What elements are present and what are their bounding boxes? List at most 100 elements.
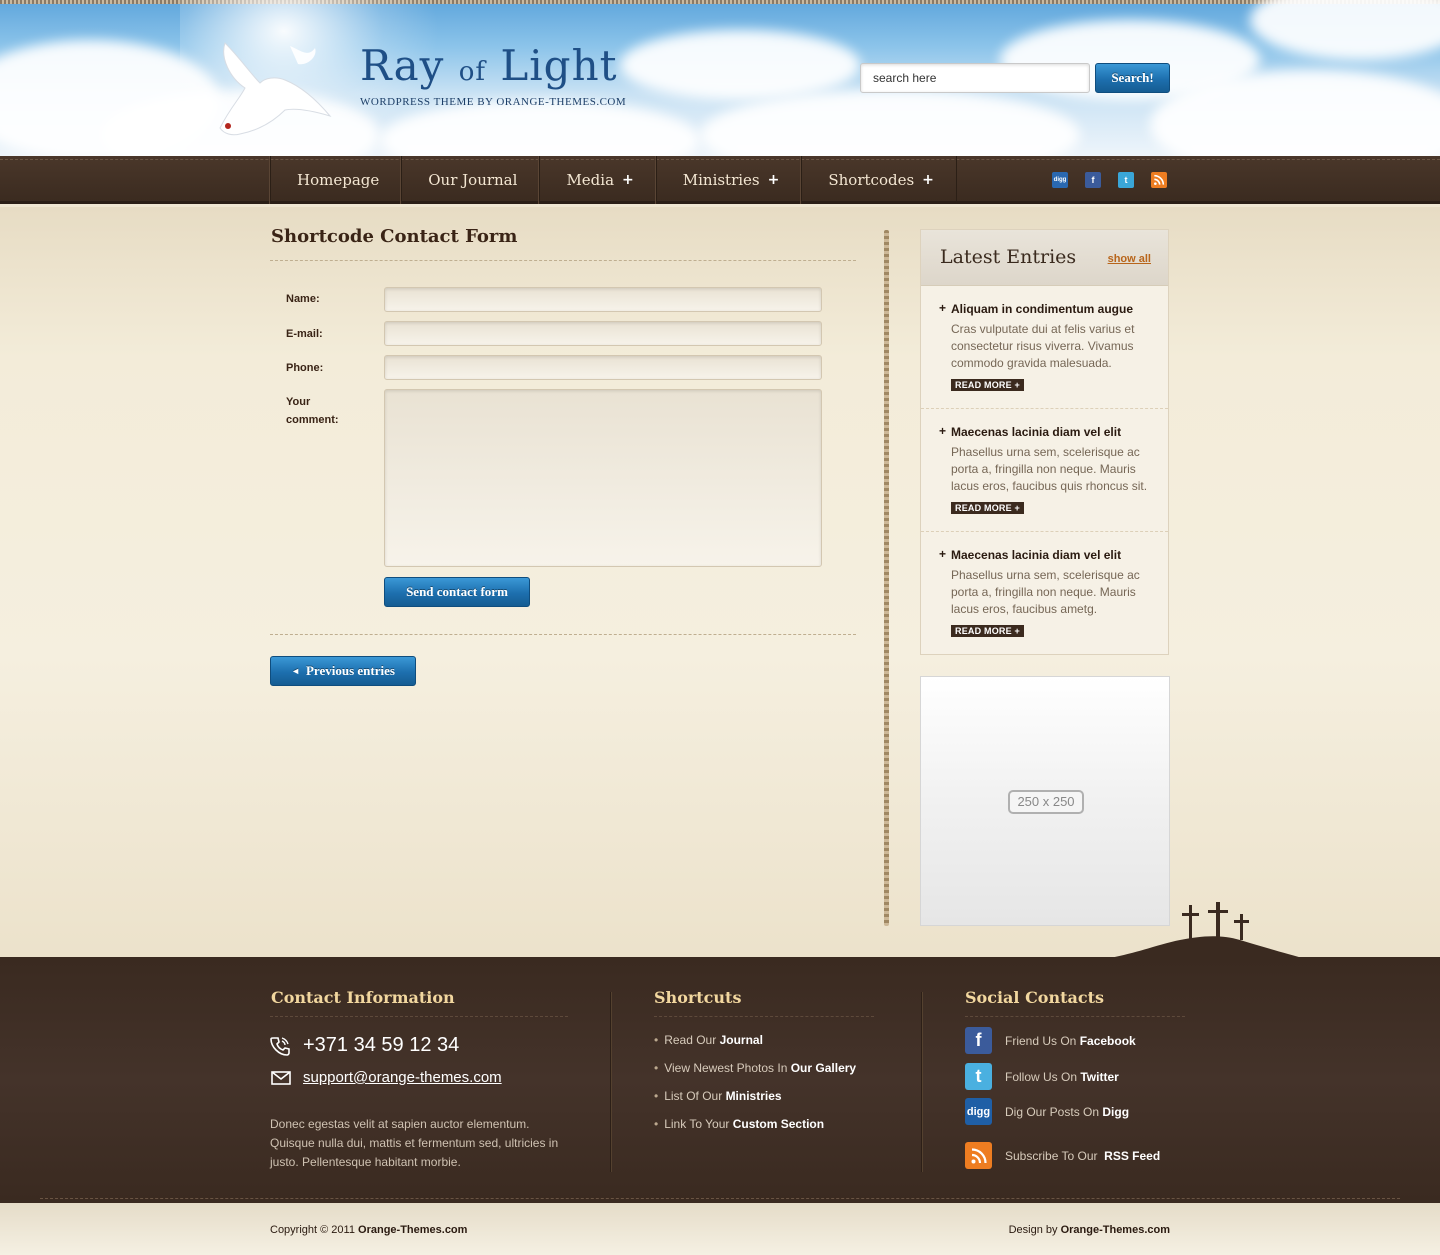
- nav-item-media[interactable]: Media +: [539, 156, 655, 204]
- shortcut-link-custom[interactable]: Link To Your Custom Section: [654, 1117, 824, 1131]
- send-contact-form-button[interactable]: Send contact form: [384, 577, 530, 607]
- rss-glyph: [971, 1147, 987, 1163]
- list-item: Maecenas lacinia diam vel elit Phasellus…: [921, 424, 1168, 516]
- entry-text: Phasellus urna sem, scelerisque ac porta…: [951, 568, 1140, 616]
- ad-banner[interactable]: 250 x 250: [920, 676, 1170, 926]
- search-input[interactable]: [860, 63, 1090, 93]
- logo-word-ray: Ray: [360, 41, 445, 90]
- envelope-icon: [271, 1071, 291, 1085]
- name-label: Name:: [286, 293, 320, 305]
- site-logo[interactable]: Ray of Light WORDPRESS THEME BY ORANGE-T…: [360, 41, 627, 109]
- copyright: Copyright © 2011 Orange-Themes.com: [270, 1224, 467, 1236]
- comment-label-line2: comment:: [286, 414, 339, 426]
- rss-icon: [965, 1142, 992, 1169]
- phone-label: Phone:: [286, 362, 324, 374]
- nav-item-label: Ministries: [682, 171, 760, 189]
- design-prefix: Design by: [1008, 1224, 1061, 1236]
- shortcuts-title: Shortcuts: [654, 988, 742, 1007]
- cloud: [620, 30, 860, 100]
- entry-text: Cras vulputate dui at felis varius et co…: [951, 322, 1135, 370]
- shortcut-bold: Custom Section: [732, 1117, 825, 1131]
- previous-entries-button[interactable]: ◄ Previous entries: [270, 656, 416, 686]
- widget-title: Latest Entries: [940, 246, 1077, 268]
- shortcut-bold: Ministries: [725, 1089, 782, 1103]
- phone-icon: [270, 1037, 290, 1056]
- divider: [965, 1016, 1185, 1017]
- latest-entries-widget: Latest Entries show all Aliquam in condi…: [920, 229, 1169, 655]
- shortcut-link-journal[interactable]: Read Our Journal: [654, 1033, 763, 1047]
- read-more-button[interactable]: READ MORE +: [951, 502, 1024, 514]
- nav-item-shortcodes[interactable]: Shortcodes +: [801, 156, 957, 204]
- digg-icon[interactable]: digg: [1052, 172, 1068, 188]
- comment-textarea[interactable]: [384, 389, 822, 567]
- read-more-button[interactable]: READ MORE +: [951, 379, 1024, 391]
- comment-label-line1: Your: [286, 396, 311, 408]
- copyright-site-link[interactable]: Orange-Themes.com: [358, 1224, 467, 1236]
- entry-divider: [921, 531, 1168, 532]
- divider: [270, 1016, 568, 1017]
- entry-divider: [921, 408, 1168, 409]
- nav-item-our-journal[interactable]: Our Journal: [401, 156, 539, 204]
- social-text-bold: Facebook: [1079, 1033, 1136, 1048]
- nav-item-label: Our Journal: [428, 171, 518, 189]
- entry-text: Phasellus urna sem, scelerisque ac porta…: [951, 445, 1148, 493]
- phone-field[interactable]: [384, 355, 822, 380]
- logo-subtitle: WORDPRESS THEME BY ORANGE-THEMES.COM: [360, 96, 627, 108]
- entry-title[interactable]: Aliquam in condimentum augue: [939, 301, 1150, 316]
- read-more-label: READ MORE: [955, 503, 1012, 513]
- social-text-plain: Friend Us On: [1005, 1033, 1080, 1048]
- show-all-link[interactable]: show all: [1108, 253, 1151, 265]
- list-item: Maecenas lacinia diam vel elit Phasellus…: [921, 547, 1168, 639]
- cloud: [1250, 0, 1440, 60]
- email-field[interactable]: [384, 321, 822, 346]
- social-link-twitter[interactable]: t Follow Us On Twitter: [965, 1063, 1119, 1090]
- entry-title[interactable]: Maecenas lacinia diam vel elit: [939, 424, 1150, 439]
- digg-icon: digg: [965, 1098, 992, 1125]
- bottom-bar: [0, 1203, 1440, 1255]
- dove-icon: [219, 42, 332, 136]
- social-link-digg[interactable]: digg Dig Our Posts On Digg: [965, 1098, 1129, 1125]
- logo-word-of: of: [458, 57, 486, 87]
- contact-email-link[interactable]: support@orange-themes.com: [303, 1069, 502, 1086]
- twitter-icon[interactable]: t: [1118, 172, 1134, 188]
- read-more-label: READ MORE: [955, 380, 1012, 390]
- social-link-facebook[interactable]: f Friend Us On Facebook: [965, 1027, 1136, 1054]
- social-link-rss[interactable]: Subscribe To Our RSS Feed: [965, 1142, 1160, 1169]
- shortcut-text: List Of Our: [664, 1089, 726, 1103]
- facebook-icon[interactable]: f: [1085, 172, 1101, 188]
- plus-icon: +: [922, 172, 934, 188]
- plus-icon: +: [622, 172, 634, 188]
- comment-label: Your comment:: [286, 393, 339, 429]
- nav-items: Homepage Our Journal Media + Ministries + Shor…: [270, 156, 957, 204]
- social-text: Follow Us On Twitter: [1005, 1070, 1119, 1084]
- footer-column-divider: [921, 992, 922, 1172]
- social-text: Subscribe To Our RSS Feed: [1005, 1149, 1160, 1163]
- name-field[interactable]: [384, 287, 822, 312]
- shortcut-text: Read Our: [664, 1033, 720, 1047]
- rss-icon[interactable]: [1151, 172, 1167, 188]
- read-more-button[interactable]: READ MORE +: [951, 625, 1024, 637]
- main-background: [0, 207, 1440, 957]
- header-social-links: digg f t: [1052, 172, 1167, 188]
- shortcut-link-gallery[interactable]: View Newest Photos In Our Gallery: [654, 1061, 856, 1075]
- list-item: Aliquam in condimentum augue Cras vulput…: [921, 301, 1168, 393]
- shortcut-bold: Our Gallery: [790, 1061, 857, 1075]
- read-more-label: READ MORE: [955, 626, 1012, 636]
- contact-description: Donec egestas velit at sapien auctor ele…: [270, 1117, 559, 1169]
- search-button[interactable]: Search!: [1095, 63, 1170, 93]
- social-text-plain: Subscribe To Our: [1005, 1148, 1105, 1163]
- divider: [270, 260, 856, 261]
- design-site-link[interactable]: Orange-Themes.com: [1061, 1224, 1170, 1236]
- previous-entries-label: Previous entries: [305, 663, 395, 678]
- copyright-prefix: Copyright © 2011: [270, 1224, 359, 1236]
- social-text-bold: Twitter: [1080, 1069, 1119, 1084]
- social-contacts-title: Social Contacts: [965, 988, 1104, 1007]
- shortcut-link-ministries[interactable]: List Of Our Ministries: [654, 1089, 782, 1103]
- nav-item-label: Media: [566, 171, 615, 189]
- arrow-left-icon: ◄: [291, 666, 300, 676]
- social-text-plain: Dig Our Posts On: [1005, 1104, 1103, 1119]
- nav-item-ministries[interactable]: Ministries +: [655, 156, 802, 204]
- entry-title[interactable]: Maecenas lacinia diam vel elit: [939, 547, 1150, 562]
- nav-item-homepage[interactable]: Homepage: [270, 156, 401, 204]
- nav-item-label: Shortcodes: [828, 171, 915, 189]
